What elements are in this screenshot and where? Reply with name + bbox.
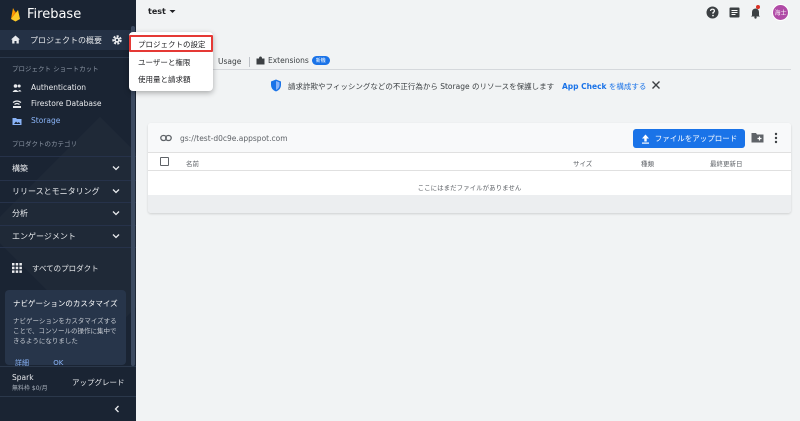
project-name: test bbox=[148, 7, 166, 16]
chevron-left-icon[interactable] bbox=[113, 405, 121, 413]
bucket-path-row: gs://test-d0c9e.appspot.com ファイルをアップロード bbox=[148, 123, 791, 153]
all-products-link[interactable]: すべてのプロダクト bbox=[0, 258, 130, 278]
tab-divider bbox=[249, 57, 250, 67]
menu-item-users-permissions[interactable]: ユーザーと権限 bbox=[129, 53, 213, 70]
home-icon bbox=[11, 35, 20, 44]
caret-down-icon bbox=[169, 10, 176, 13]
close-icon[interactable] bbox=[651, 80, 661, 90]
category-label: 分析 bbox=[12, 209, 28, 218]
people-icon bbox=[12, 84, 22, 92]
sidebar-item-storage[interactable]: Storage bbox=[0, 113, 130, 129]
plan-name: Spark bbox=[12, 373, 34, 382]
firebase-logo[interactable]: Firebase bbox=[10, 5, 81, 23]
app-check-link-strong: App Check bbox=[562, 82, 607, 91]
tab-usage[interactable]: Usage bbox=[218, 57, 241, 66]
bucket-path: gs://test-d0c9e.appspot.com bbox=[180, 134, 288, 143]
menu-item-usage-billing[interactable]: 使用量と請求額 bbox=[129, 70, 213, 87]
categories-title: プロダクトのカテゴリ bbox=[12, 140, 77, 148]
help-icon[interactable] bbox=[706, 6, 719, 19]
category-divider bbox=[0, 247, 136, 248]
avatar[interactable]: 海士 bbox=[772, 4, 789, 21]
category-release-monitoring[interactable]: リリースとモニタリング bbox=[0, 180, 130, 202]
chevron-down-icon bbox=[112, 189, 120, 194]
tab-extensions-label: Extensions bbox=[268, 56, 309, 65]
app-check-banner-text: 請求詐欺やフィッシングなどの不正行為から Storage のリソースを保護します bbox=[288, 82, 555, 91]
all-products-label: すべてのプロダクト bbox=[32, 264, 99, 273]
sidebar-item-firestore[interactable]: Firestore Database bbox=[0, 96, 130, 112]
select-all-checkbox[interactable] bbox=[160, 157, 169, 166]
upload-button-label: ファイルをアップロード bbox=[654, 134, 738, 143]
customize-card-body: ナビゲーションをカスタマイズすることで、コンソールの操作に集中できるようになりま… bbox=[13, 317, 117, 345]
project-overview-row[interactable]: プロジェクトの概要 bbox=[0, 30, 136, 50]
customize-card-title: ナビゲーションのカスタマイズ bbox=[13, 299, 118, 308]
sidebar-item-label: Firestore Database bbox=[31, 99, 102, 108]
column-name[interactable]: 名前 bbox=[186, 158, 199, 168]
folder-image-icon bbox=[12, 118, 22, 125]
wifi-database-icon bbox=[12, 100, 22, 108]
new-badge: 新機 bbox=[311, 56, 330, 65]
upload-file-button[interactable]: ファイルをアップロード bbox=[633, 129, 745, 148]
chevron-down-icon bbox=[112, 166, 120, 171]
shield-icon bbox=[271, 79, 281, 92]
grid-icon bbox=[12, 263, 22, 273]
column-size[interactable]: サイズ bbox=[573, 158, 592, 168]
sidebar-item-label: Authentication bbox=[31, 83, 87, 92]
menu-item-project-settings[interactable]: プロジェクトの設定 bbox=[129, 35, 213, 52]
storage-file-browser: gs://test-d0c9e.appspot.com ファイルをアップロード … bbox=[148, 123, 791, 213]
upgrade-button[interactable]: アップグレード bbox=[72, 377, 125, 388]
category-analytics[interactable]: 分析 bbox=[0, 202, 130, 224]
sidebar-divider bbox=[0, 57, 136, 58]
column-type[interactable]: 種類 bbox=[641, 158, 654, 168]
storage-tabs: Usage Extensions 新機 bbox=[148, 53, 791, 70]
project-selector[interactable]: test bbox=[148, 7, 176, 16]
new-folder-icon[interactable] bbox=[751, 132, 764, 143]
tab-extensions[interactable]: Extensions 新機 bbox=[256, 56, 330, 65]
puzzle-icon bbox=[256, 56, 265, 65]
sidebar: Firebase プロジェクトの概要 プロジェクト ショートカット Authen… bbox=[0, 0, 136, 421]
menu-item-label: プロジェクトの設定 bbox=[138, 40, 206, 49]
plan-row: Spark 無料枠 $0/月 アップグレード bbox=[0, 366, 136, 396]
configure-app-check-link[interactable]: App Check を構成する bbox=[562, 81, 646, 92]
gear-icon[interactable] bbox=[110, 33, 124, 47]
empty-state-message: ここにはまだファイルがありません bbox=[417, 184, 522, 192]
chevron-down-icon bbox=[112, 234, 120, 239]
upload-icon bbox=[641, 134, 649, 144]
brand-name: Firebase bbox=[27, 6, 82, 22]
app-check-link-rest: を構成する bbox=[606, 82, 647, 91]
file-table-header: 名前 サイズ 種類 最終更新日 bbox=[148, 153, 791, 171]
firebase-flame-icon bbox=[11, 7, 20, 21]
plan-price: 無料枠 $0/月 bbox=[12, 385, 48, 392]
project-overview-label: プロジェクトの概要 bbox=[30, 36, 102, 45]
column-last-modified[interactable]: 最終更新日 bbox=[710, 158, 743, 168]
sidebar-item-label: Storage bbox=[31, 116, 61, 125]
category-build[interactable]: 構築 bbox=[0, 157, 130, 179]
menu-item-label: 使用量と請求額 bbox=[138, 75, 191, 84]
project-settings-menu: プロジェクトの設定 ユーザーと権限 使用量と請求額 bbox=[129, 32, 213, 91]
category-label: エンゲージメント bbox=[12, 232, 76, 241]
more-options-icon[interactable] bbox=[774, 132, 778, 144]
sidebar-item-authentication[interactable]: Authentication bbox=[0, 80, 130, 96]
menu-item-label: ユーザーと権限 bbox=[138, 58, 191, 67]
collapse-sidebar-row[interactable] bbox=[0, 396, 136, 421]
card-footer bbox=[148, 195, 791, 213]
category-label: 構築 bbox=[12, 164, 28, 173]
shortcuts-title: プロジェクト ショートカット bbox=[12, 65, 99, 73]
notification-dot bbox=[756, 5, 760, 9]
category-engagement[interactable]: エンゲージメント bbox=[0, 225, 130, 247]
chevron-down-icon bbox=[112, 211, 120, 216]
category-label: リリースとモニタリング bbox=[12, 187, 100, 196]
customize-navigation-card: ナビゲーションのカスタマイズ ナビゲーションをカスタマイズすることで、コンソール… bbox=[5, 290, 126, 367]
link-icon[interactable] bbox=[160, 133, 172, 143]
release-notes-icon[interactable] bbox=[728, 6, 741, 19]
